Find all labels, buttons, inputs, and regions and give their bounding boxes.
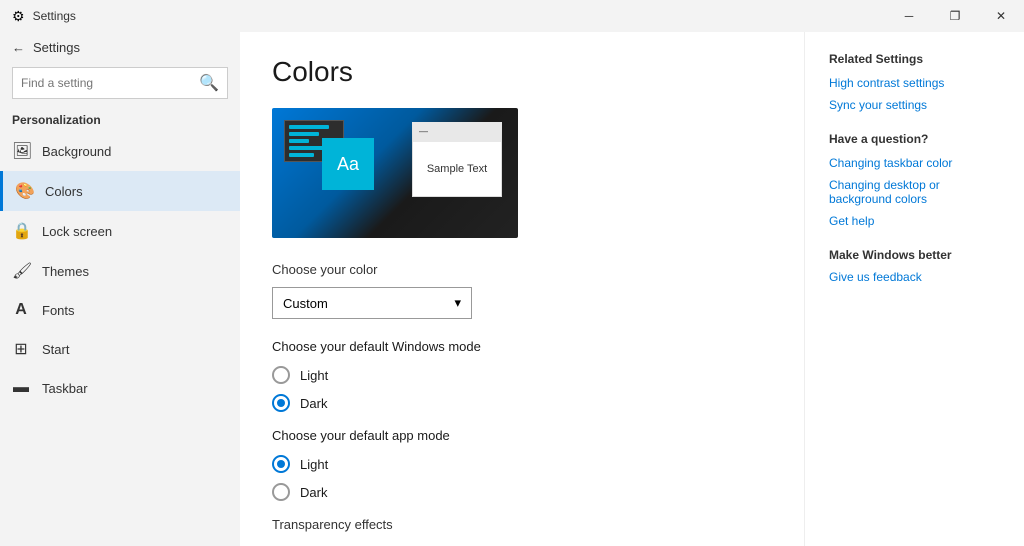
- lock-icon: 🔒: [12, 221, 30, 241]
- have-question-title: Have a question?: [829, 132, 1000, 146]
- app-dark-radio[interactable]: [272, 483, 290, 501]
- minimize-button[interactable]: ─: [886, 0, 932, 32]
- windows-mode-group: Choose your default Windows mode Light D…: [272, 339, 772, 412]
- app-mode-label: Choose your default app mode: [272, 428, 772, 443]
- themes-icon: 🖌: [12, 261, 30, 281]
- sidebar-item-fonts[interactable]: A Fonts: [0, 291, 240, 329]
- title-bar: ⚙ Settings ─ ❐ ✕: [0, 0, 1024, 32]
- windows-dark-option[interactable]: Dark: [272, 394, 772, 412]
- windows-light-label: Light: [300, 368, 328, 383]
- background-icon: 🖼: [12, 141, 30, 161]
- sidebar-back[interactable]: ← Settings: [0, 32, 240, 63]
- app-light-label: Light: [300, 457, 328, 472]
- transparency-label: Transparency effects: [272, 517, 772, 532]
- windows-mode-label: Choose your default Windows mode: [272, 339, 772, 354]
- give-feedback-link[interactable]: Give us feedback: [829, 270, 1000, 284]
- sidebar-item-start[interactable]: ⊞ Start: [0, 329, 240, 369]
- color-dropdown[interactable]: Custom ▾: [272, 287, 472, 319]
- title-bar-left: ⚙ Settings: [12, 8, 76, 25]
- preview-window-title: —: [419, 126, 428, 136]
- color-dropdown-value: Custom: [283, 296, 328, 311]
- title-bar-controls: ─ ❐ ✕: [886, 0, 1024, 32]
- app-light-option[interactable]: Light: [272, 455, 772, 473]
- sidebar-item-label: Themes: [42, 264, 89, 279]
- question-section: Have a question? Changing taskbar color …: [829, 132, 1000, 228]
- preview-bar-4: [289, 146, 324, 150]
- related-settings-title: Related Settings: [829, 52, 1000, 66]
- changing-desktop-link[interactable]: Changing desktop or background colors: [829, 178, 1000, 206]
- sidebar-item-colors[interactable]: 🎨 Colors: [0, 171, 240, 211]
- sidebar-item-label: Background: [42, 144, 111, 159]
- preview-bar-2: [289, 132, 319, 136]
- start-icon: ⊞: [12, 339, 30, 359]
- sidebar-search-container[interactable]: 🔍: [12, 67, 228, 99]
- high-contrast-link[interactable]: High contrast settings: [829, 76, 1000, 90]
- sidebar-item-label: Start: [42, 342, 69, 357]
- sidebar: ← Settings 🔍 Personalization 🖼 Backgroun…: [0, 32, 240, 546]
- sidebar-item-background[interactable]: 🖼 Background: [0, 131, 240, 171]
- windows-light-radio[interactable]: [272, 366, 290, 384]
- sync-settings-link[interactable]: Sync your settings: [829, 98, 1000, 112]
- search-icon: 🔍: [199, 73, 219, 93]
- sidebar-section-label: Personalization: [0, 107, 240, 131]
- make-windows-title: Make Windows better: [829, 248, 1000, 262]
- sidebar-item-lockscreen[interactable]: 🔒 Lock screen: [0, 211, 240, 251]
- fonts-icon: A: [12, 301, 30, 319]
- app-mode-group: Choose your default app mode Light Dark: [272, 428, 772, 501]
- back-icon: ←: [12, 40, 25, 55]
- app-light-radio[interactable]: [272, 455, 290, 473]
- colors-icon: 🎨: [15, 181, 33, 201]
- preview-image: Aa — Sample Text: [272, 108, 518, 238]
- sidebar-item-label: Colors: [45, 184, 83, 199]
- app-dark-label: Dark: [300, 485, 327, 500]
- maximize-button[interactable]: ❐: [932, 0, 978, 32]
- app-dark-option[interactable]: Dark: [272, 483, 772, 501]
- preview-aa-tile: Aa: [322, 138, 374, 190]
- preview-bar-5: [289, 153, 314, 157]
- close-button[interactable]: ✕: [978, 0, 1024, 32]
- search-input[interactable]: [21, 76, 199, 90]
- preview-sample-text: Sample Text: [427, 163, 487, 175]
- windows-dark-radio[interactable]: [272, 394, 290, 412]
- changing-taskbar-link[interactable]: Changing taskbar color: [829, 156, 1000, 170]
- color-section-label: Choose your color: [272, 262, 772, 277]
- sidebar-back-label: Settings: [33, 40, 80, 55]
- title-bar-title: Settings: [33, 9, 76, 23]
- sidebar-item-themes[interactable]: 🖌 Themes: [0, 251, 240, 291]
- windows-light-option[interactable]: Light: [272, 366, 772, 384]
- sidebar-item-label: Lock screen: [42, 224, 112, 239]
- transparency-section: Transparency effects On: [272, 517, 772, 546]
- sidebar-item-label: Fonts: [42, 303, 75, 318]
- chevron-down-icon: ▾: [454, 295, 461, 311]
- preview-window: — Sample Text: [412, 122, 502, 197]
- main-content: Colors Aa — Sample Text Choose your colo…: [240, 32, 804, 546]
- sidebar-item-label: Taskbar: [42, 381, 88, 396]
- preview-bar-1: [289, 125, 329, 129]
- taskbar-icon: ▬: [12, 379, 30, 397]
- sidebar-item-taskbar[interactable]: ▬ Taskbar: [0, 369, 240, 407]
- make-windows-section: Make Windows better Give us feedback: [829, 248, 1000, 284]
- windows-dark-label: Dark: [300, 396, 327, 411]
- get-help-link[interactable]: Get help: [829, 214, 1000, 228]
- app-body: ← Settings 🔍 Personalization 🖼 Backgroun…: [0, 32, 1024, 546]
- right-panel: Related Settings High contrast settings …: [804, 32, 1024, 546]
- preview-aa-label: Aa: [337, 154, 359, 175]
- preview-bar-3: [289, 139, 309, 143]
- page-title: Colors: [272, 56, 772, 88]
